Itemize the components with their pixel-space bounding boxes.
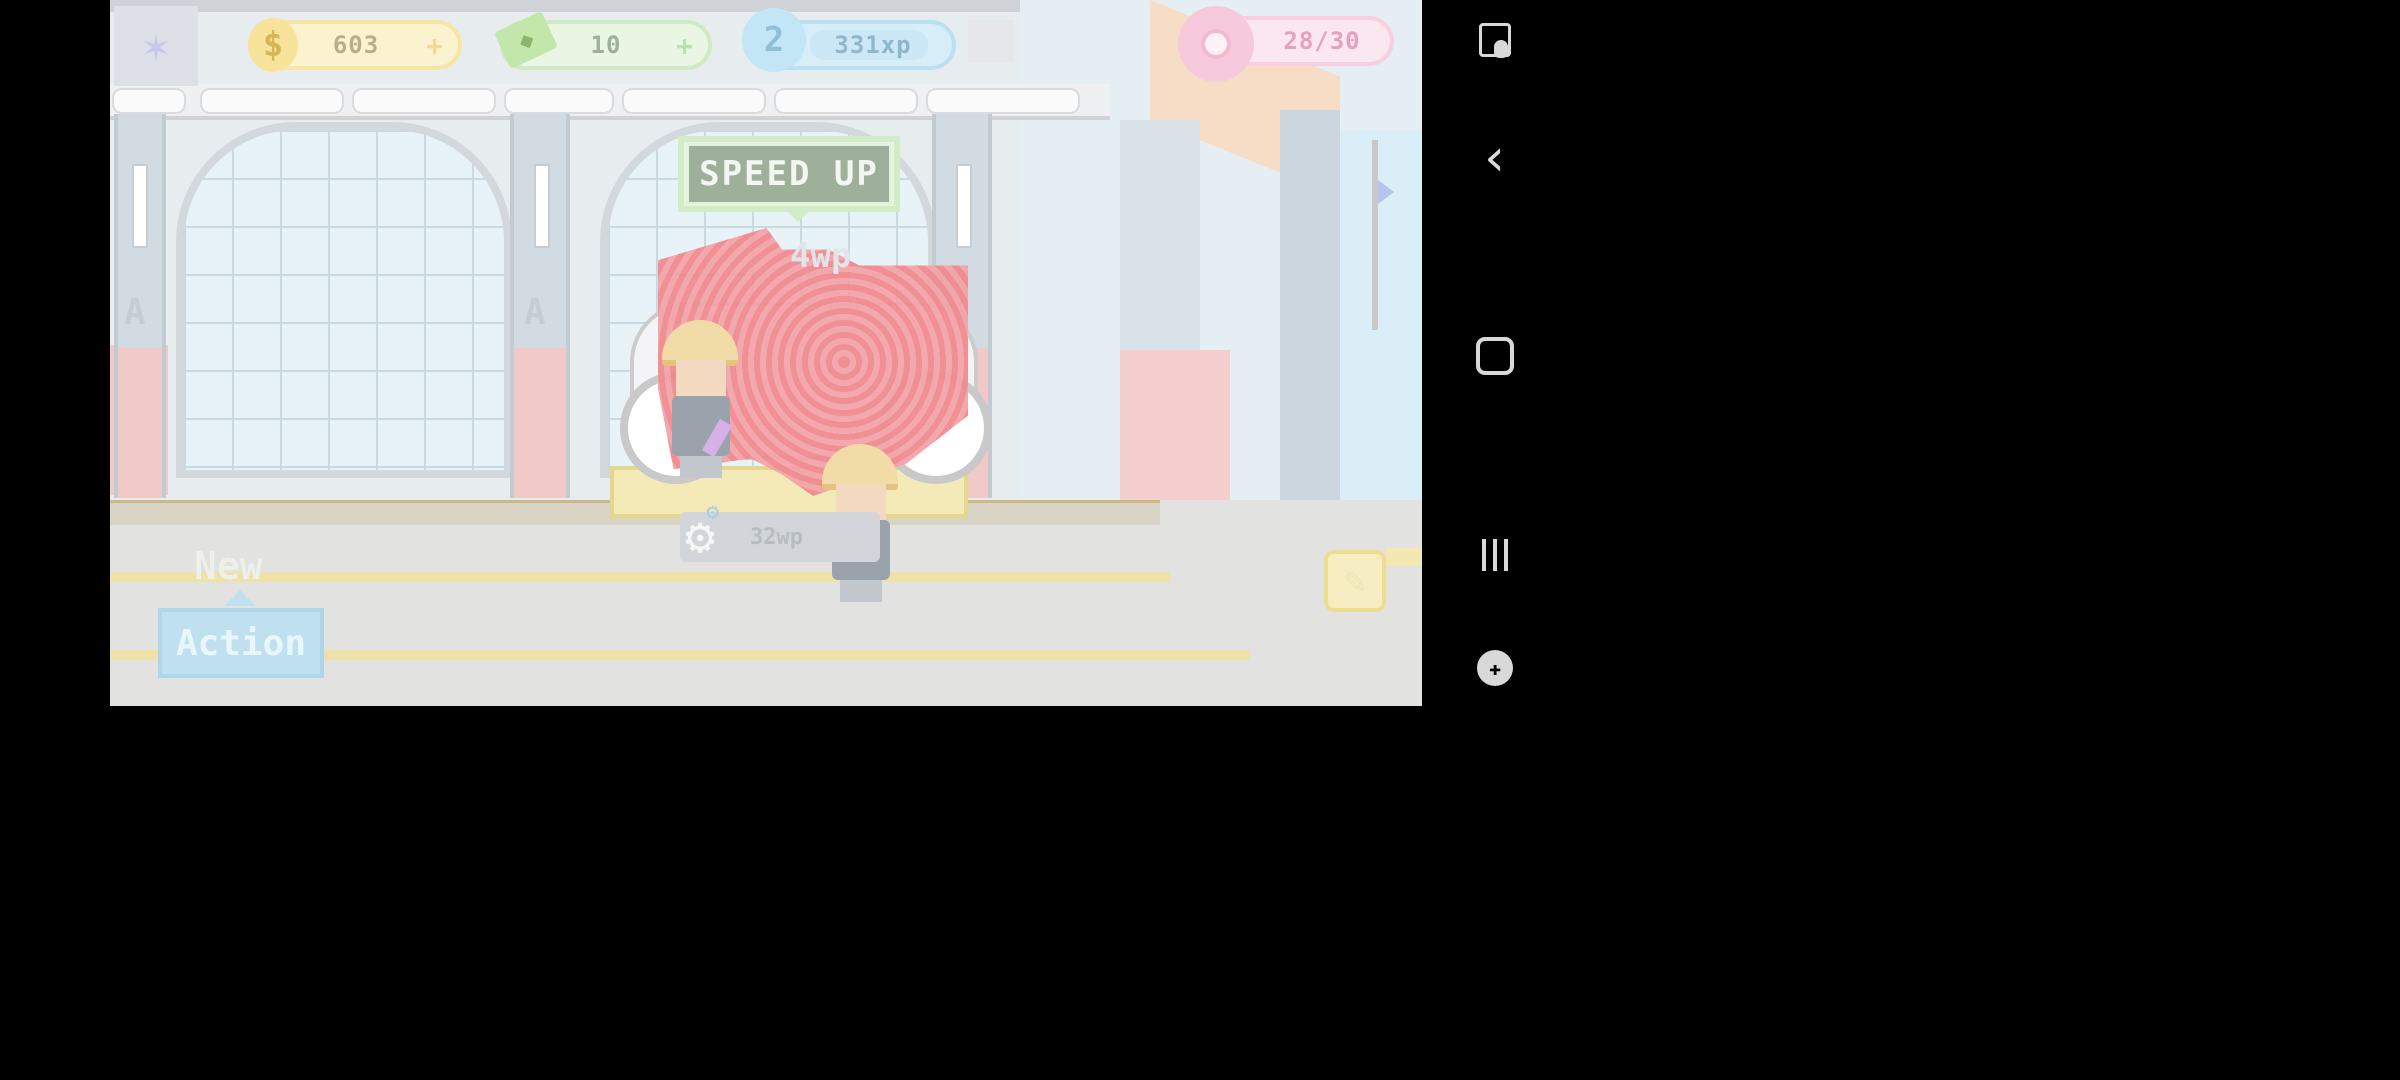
profile-icon[interactable]: ✶ xyxy=(114,6,198,86)
add-coins-button[interactable]: + xyxy=(426,29,444,62)
garage-pillar: A xyxy=(510,114,570,498)
garage-pillar: A xyxy=(114,114,166,498)
speed-up-button[interactable]: SPEED UP xyxy=(678,136,900,212)
home-icon xyxy=(1476,337,1514,375)
new-indicator: New xyxy=(194,544,263,588)
pillar-slot xyxy=(956,164,972,248)
donut-hole xyxy=(1201,29,1231,59)
level-badge: 2 xyxy=(742,8,806,72)
donut-value: 28/30 xyxy=(1283,27,1361,55)
coin-icon: $ xyxy=(248,18,298,72)
garage-window xyxy=(176,122,512,478)
wrench-icon: ✎ xyxy=(1344,560,1366,602)
flag xyxy=(1378,180,1394,204)
flag-pole xyxy=(1372,140,1378,330)
pillar-letter: A xyxy=(124,292,146,333)
worker-legs xyxy=(840,580,882,602)
pillar-letter: A xyxy=(524,292,546,333)
worker-face xyxy=(676,360,726,396)
back-button[interactable]: ‹ xyxy=(1422,118,1568,198)
game-viewport[interactable]: A A A SPEED UP 4wp 32wp ⚙ xyxy=(110,0,1422,706)
pillar-base xyxy=(118,348,162,498)
tools-button[interactable]: ✎ xyxy=(1324,550,1386,612)
xp-value: 331xp xyxy=(834,31,912,59)
work-points-label: 4wp xyxy=(790,236,852,276)
recent-apps-icon xyxy=(1482,539,1508,571)
level-value: 2 xyxy=(763,20,785,60)
floor-stripe xyxy=(110,572,1170,582)
coins-value: 603 xyxy=(332,31,380,59)
screen-lock-button[interactable] xyxy=(1422,0,1568,80)
recent-apps-button[interactable] xyxy=(1422,515,1568,595)
hud-spacer xyxy=(968,20,1014,62)
beam-segment xyxy=(926,88,1080,114)
home-button[interactable] xyxy=(1422,316,1568,396)
roof-band xyxy=(110,0,1020,12)
beam-segment xyxy=(504,88,614,114)
gamepad-icon: ✚ xyxy=(1477,650,1513,686)
worker-legs xyxy=(680,456,722,478)
pillar-slot xyxy=(132,164,148,248)
beam-segment xyxy=(622,88,766,114)
small-gear-icon: ⚙ xyxy=(706,500,720,525)
action-button[interactable]: Action xyxy=(158,608,324,678)
donut-icon xyxy=(1178,6,1254,82)
add-cash-button[interactable]: + xyxy=(676,29,694,62)
speed-up-pointer xyxy=(786,210,810,222)
system-navigation-bar: ‹ ✚ xyxy=(1422,0,1568,706)
pillar-slot xyxy=(534,164,550,248)
beam-segment xyxy=(112,88,186,114)
tool-tab xyxy=(1386,548,1422,566)
speed-up-label: SPEED UP xyxy=(686,143,892,205)
lock-touch-icon xyxy=(1479,23,1511,58)
cash-value: 10 xyxy=(590,31,622,59)
new-arrow xyxy=(224,590,256,606)
back-icon: ‹ xyxy=(1479,128,1511,188)
pillar-base xyxy=(514,348,566,498)
gear-icon: ⚙ xyxy=(684,507,716,565)
beam-segment xyxy=(774,88,918,114)
game-tools-button[interactable]: ✚ xyxy=(1422,628,1568,708)
beam-segment xyxy=(352,88,496,114)
beam-segment xyxy=(200,88,344,114)
